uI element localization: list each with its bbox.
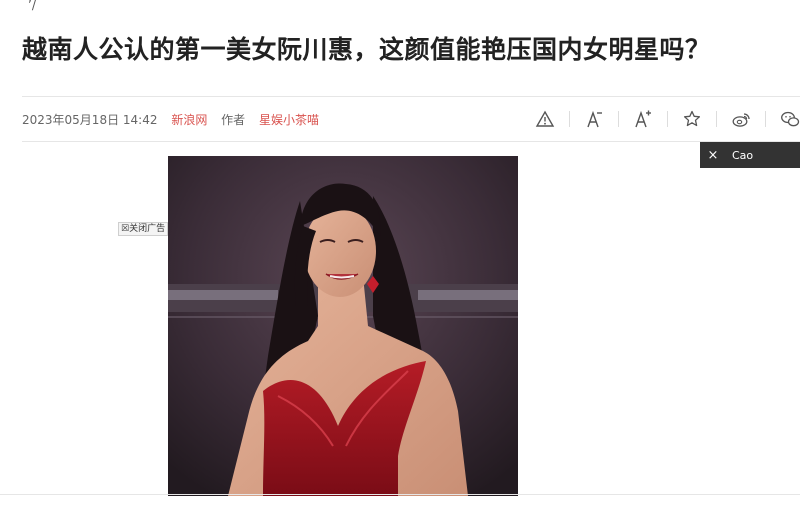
font-increase-icon[interactable]	[631, 107, 655, 131]
wechat-icon[interactable]	[778, 107, 800, 131]
article-page: ’/ 越南人公认的第一美女阮川惠，这颜值能艳压国内女明星吗？ 2023年05月1…	[0, 0, 800, 514]
source-link[interactable]: 新浪网	[171, 113, 207, 127]
divider	[0, 494, 800, 495]
divider	[716, 111, 717, 127]
article-toolbar	[533, 106, 800, 132]
close-icon[interactable]: ×	[700, 148, 726, 163]
author-link[interactable]: 星娱小茶喵	[259, 113, 319, 127]
divider	[569, 111, 570, 127]
user-chip: × Cao	[700, 142, 800, 168]
user-name: Cao	[732, 148, 754, 162]
close-ad-button[interactable]: ☒关闭广告	[118, 222, 169, 236]
divider	[22, 96, 800, 97]
warning-icon[interactable]	[533, 107, 557, 131]
divider	[22, 141, 800, 142]
star-icon[interactable]	[680, 107, 704, 131]
weibo-icon[interactable]	[729, 107, 753, 131]
divider	[618, 111, 619, 127]
top-mark: ’/	[28, 0, 36, 12]
author-label: 作者	[221, 113, 246, 127]
font-decrease-icon[interactable]	[582, 107, 606, 131]
article-title: 越南人公认的第一美女阮川惠，这颜值能艳压国内女明星吗？	[22, 35, 711, 64]
divider	[765, 111, 766, 127]
divider	[667, 111, 668, 127]
article-meta: 2023年05月18日 14:42 新浪网 作者 星娱小茶喵	[22, 111, 329, 128]
publish-date: 2023年05月18日 14:42	[22, 113, 158, 127]
photo-illustration	[168, 156, 518, 496]
article-photo	[168, 156, 518, 496]
